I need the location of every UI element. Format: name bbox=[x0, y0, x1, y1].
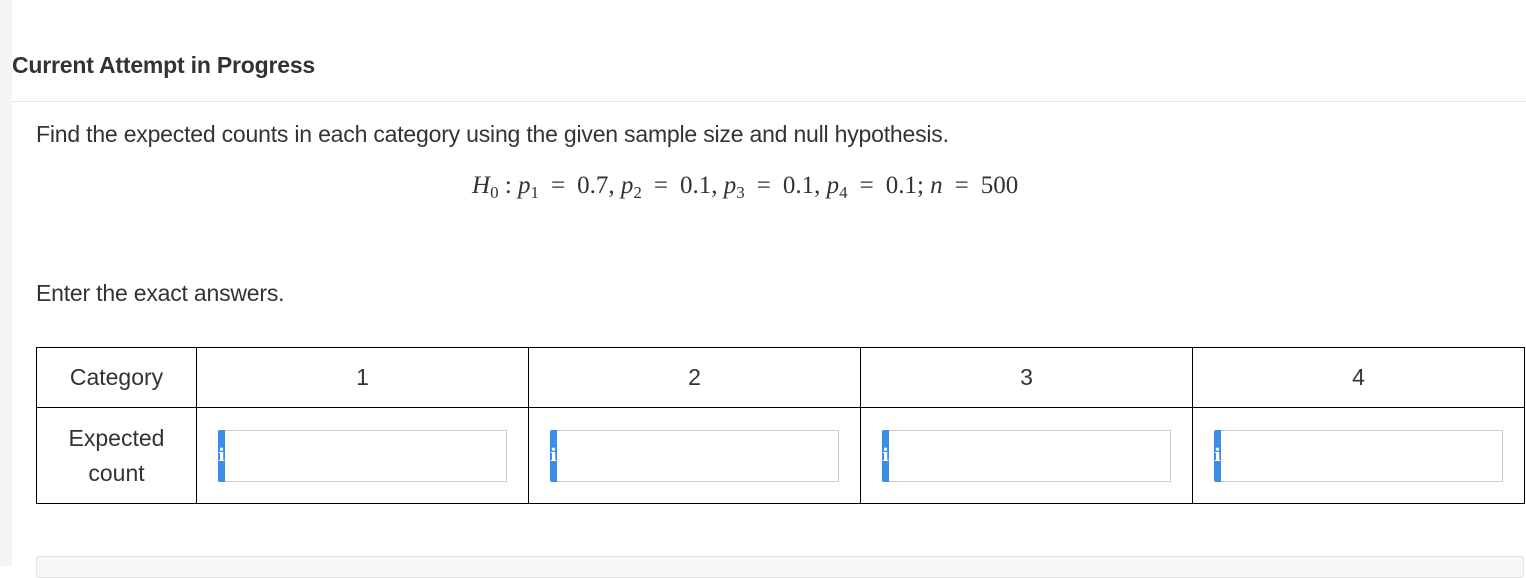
table-row: Expected count i i i i bbox=[36, 407, 1525, 504]
table-row: Category 1 2 3 4 bbox=[36, 347, 1525, 408]
next-section-box bbox=[36, 556, 1524, 578]
info-icon[interactable]: i bbox=[550, 429, 557, 482]
info-icon[interactable]: i bbox=[882, 429, 889, 482]
header-divider bbox=[12, 101, 1526, 102]
left-gutter bbox=[0, 0, 12, 566]
answer-input-2[interactable] bbox=[557, 429, 839, 482]
h-subscript: 0 bbox=[490, 183, 499, 202]
category-header: Category bbox=[36, 347, 197, 408]
category-3-header: 3 bbox=[860, 347, 1193, 408]
p4-subscript: 4 bbox=[839, 183, 848, 202]
expected-count-label: Expected count bbox=[36, 407, 197, 504]
answer-input-1[interactable] bbox=[225, 429, 507, 482]
p4-value: 0.1 bbox=[885, 172, 917, 199]
expected-counts-table: Category 1 2 3 4 Expected count i i i i bbox=[36, 347, 1525, 504]
p3-value: 0.1 bbox=[782, 172, 815, 199]
instruction-text: Enter the exact answers. bbox=[36, 280, 285, 306]
answer-cell-2: i bbox=[528, 407, 861, 504]
attempt-title: Current Attempt in Progress bbox=[12, 52, 316, 78]
answer-cell-3: i bbox=[860, 407, 1193, 504]
null-hypothesis-formula: H0 : p1 = 0.7, p2 = 0.1, p3 = 0.1, p4 = 0.1; n = 5… bbox=[472, 172, 1019, 202]
info-icon[interactable]: i bbox=[218, 429, 225, 482]
answer-input-4[interactable] bbox=[1221, 429, 1503, 482]
answer-input-3[interactable] bbox=[889, 429, 1171, 482]
p1-value: 0.7 bbox=[577, 172, 609, 199]
answer-cell-1: i bbox=[196, 407, 529, 504]
p1-subscript: 1 bbox=[530, 183, 540, 202]
category-1-header: 1 bbox=[196, 347, 529, 408]
question-prompt: Find the expected counts in each categor… bbox=[36, 121, 949, 147]
p3-subscript: 3 bbox=[736, 183, 745, 202]
p2-subscript: 2 bbox=[633, 183, 642, 202]
info-icon[interactable]: i bbox=[1214, 429, 1221, 482]
answer-cell-4: i bbox=[1192, 407, 1525, 504]
category-4-header: 4 bbox=[1192, 347, 1525, 408]
category-2-header: 2 bbox=[528, 347, 861, 408]
h-symbol: H bbox=[472, 172, 491, 199]
p2-value: 0.1 bbox=[679, 172, 712, 199]
n-value: 500 bbox=[980, 172, 1019, 199]
